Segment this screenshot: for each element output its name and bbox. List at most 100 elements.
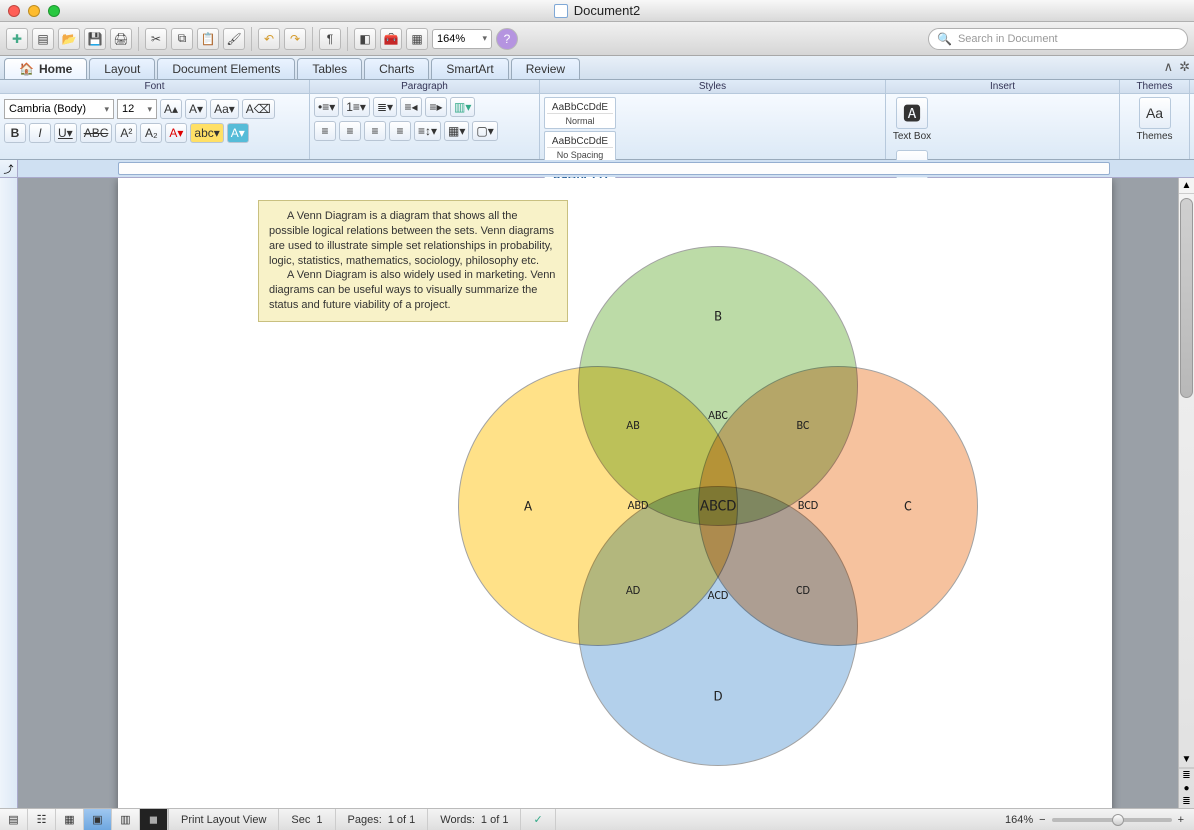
style-normal-preview: AaBbCcDdE [552, 102, 608, 113]
open-button[interactable]: 📂 [58, 28, 80, 50]
paste-button[interactable]: 📋 [197, 28, 219, 50]
venn-circle-d[interactable] [578, 486, 858, 766]
textbox-icon: 🅰 [896, 97, 928, 129]
browse-object-button[interactable]: ● [1179, 782, 1194, 795]
search-icon: 🔍 [937, 32, 952, 46]
font-size-select[interactable]: 12▾ [117, 99, 157, 119]
venn-label-ab: AB [626, 419, 639, 433]
tab-layout-label: Layout [104, 62, 140, 76]
scroll-down-button[interactable]: ▼ [1179, 752, 1194, 768]
show-formatting-button[interactable]: ¶ [319, 28, 341, 50]
grow-font-button[interactable]: A▴ [160, 99, 182, 119]
undo-button[interactable]: ↶ [258, 28, 280, 50]
borders-button[interactable]: ▢▾ [472, 121, 497, 141]
window-title-text: Document2 [574, 3, 640, 18]
superscript-button[interactable]: A² [115, 123, 137, 143]
document-icon [554, 4, 568, 18]
underline-button[interactable]: U▾ [54, 123, 77, 143]
ribbon: Cambria (Body)▾ 12▾ A▴ A▾ Aa▾ A⌫ B I U▾ … [0, 94, 1194, 160]
toolbox-button[interactable]: 🧰 [380, 28, 402, 50]
ribbon-group-labels: Font Paragraph Styles Insert Themes [0, 80, 1194, 94]
collapse-ribbon-button[interactable]: ∧ [1164, 59, 1174, 75]
multilevel-list-button[interactable]: ≣▾ [373, 97, 397, 117]
format-painter-button[interactable]: 🖌 [223, 28, 245, 50]
tab-smartart[interactable]: SmartArt [431, 58, 508, 79]
tab-charts-label: Charts [379, 62, 414, 76]
new-button[interactable]: ✚ [6, 28, 28, 50]
prev-page-button[interactable]: ≣ [1179, 769, 1194, 782]
save-button[interactable]: 💾 [84, 28, 106, 50]
strikethrough-button[interactable]: ABC [80, 123, 113, 143]
style-no-spacing-label: No Spacing [547, 147, 613, 160]
align-left-button[interactable]: ≡ [314, 121, 336, 141]
tab-review[interactable]: Review [511, 58, 580, 79]
font-color-button[interactable]: A▾ [165, 123, 187, 143]
align-center-button[interactable]: ≡ [339, 121, 361, 141]
font-name-select[interactable]: Cambria (Body)▾ [4, 99, 114, 119]
tab-tables[interactable]: Tables [297, 58, 362, 79]
venn-label-bcd: BCD [798, 499, 818, 513]
numbering-button[interactable]: 1≡▾ [342, 97, 370, 117]
text-effects-button[interactable]: A▾ [227, 123, 249, 143]
font-group: Cambria (Body)▾ 12▾ A▴ A▾ Aa▾ A⌫ B I U▾ … [0, 94, 310, 159]
scroll-up-button[interactable]: ▲ [1179, 178, 1194, 194]
new-from-template-button[interactable]: ▤ [32, 28, 54, 50]
print-button[interactable]: 🖨 [110, 28, 132, 50]
tab-charts[interactable]: Charts [364, 58, 429, 79]
highlight-button[interactable]: abc▾ [190, 123, 223, 143]
dropdown-caret-icon: ▾ [147, 104, 152, 115]
columns-button[interactable]: ▥▾ [450, 97, 475, 117]
tab-layout[interactable]: Layout [89, 58, 155, 79]
cut-button[interactable]: ✂ [145, 28, 167, 50]
scroll-track[interactable] [1179, 194, 1194, 752]
horizontal-ruler[interactable]: ⤴ [0, 160, 1194, 178]
subscript-button[interactable]: A₂ [140, 123, 162, 143]
help-button[interactable]: ? [496, 28, 518, 50]
tab-document-elements-label: Document Elements [172, 62, 280, 76]
zoom-select[interactable]: 164% ▾ [432, 29, 492, 49]
next-page-button[interactable]: ≣ [1179, 795, 1194, 808]
ribbon-tabs: 🏠 Home Layout Document Elements Tables C… [0, 56, 1194, 80]
scroll-thumb[interactable] [1180, 198, 1193, 398]
copy-button[interactable]: ⧉ [171, 28, 193, 50]
change-case-button[interactable]: Aa▾ [210, 99, 239, 119]
themes-button[interactable]: Aa Themes [1133, 97, 1177, 142]
increase-indent-button[interactable]: ≡▸ [425, 97, 447, 117]
tab-home[interactable]: 🏠 Home [4, 58, 87, 79]
justify-button[interactable]: ≡ [389, 121, 411, 141]
document-viewport[interactable]: A Venn Diagram is a diagram that shows a… [18, 178, 1178, 808]
tab-selector[interactable]: ⤴ [0, 160, 18, 177]
tab-document-elements[interactable]: Document Elements [157, 58, 295, 79]
line-spacing-button[interactable]: ≡↕▾ [414, 121, 441, 141]
bold-button[interactable]: B [4, 123, 26, 143]
style-no-spacing[interactable]: AaBbCcDdE No Spacing [544, 131, 616, 163]
ribbon-controls: ∧ ✲ [1164, 59, 1190, 75]
style-normal[interactable]: AaBbCcDdE Normal [544, 97, 616, 129]
ruler-track[interactable] [18, 160, 1194, 177]
search-field[interactable]: 🔍 Search in Document [928, 28, 1188, 50]
clear-formatting-button[interactable]: A⌫ [242, 99, 275, 119]
italic-button[interactable]: I [29, 123, 51, 143]
shading-button[interactable]: ▦▾ [444, 121, 469, 141]
textbox-button[interactable]: 🅰 Text Box [890, 97, 934, 142]
ribbon-options-button[interactable]: ✲ [1179, 59, 1190, 75]
bullets-button[interactable]: •≡▾ [314, 97, 339, 117]
document-area: A Venn Diagram is a diagram that shows a… [0, 178, 1194, 808]
separator [347, 27, 348, 51]
shrink-font-button[interactable]: A▾ [185, 99, 207, 119]
document-page[interactable]: A Venn Diagram is a diagram that shows a… [118, 178, 1112, 808]
style-no-spacing-preview: AaBbCcDdE [552, 136, 608, 147]
venn-diagram[interactable]: B A C D AB BC CD AD ABC BCD ACD ABD ABCD [438, 246, 978, 786]
venn-label-abc: ABC [708, 409, 728, 423]
venn-label-d: D [714, 688, 723, 705]
align-right-button[interactable]: ≡ [364, 121, 386, 141]
redo-button[interactable]: ↷ [284, 28, 306, 50]
vertical-scrollbar[interactable]: ▲ ▼ ≣ ● ≣ [1178, 178, 1194, 808]
separator [312, 27, 313, 51]
venn-label-cd: CD [796, 584, 810, 598]
separator [251, 27, 252, 51]
sidebar-button[interactable]: ◧ [354, 28, 376, 50]
media-browser-button[interactable]: ▦ [406, 28, 428, 50]
vertical-ruler[interactable] [0, 178, 18, 808]
decrease-indent-button[interactable]: ≡◂ [400, 97, 422, 117]
